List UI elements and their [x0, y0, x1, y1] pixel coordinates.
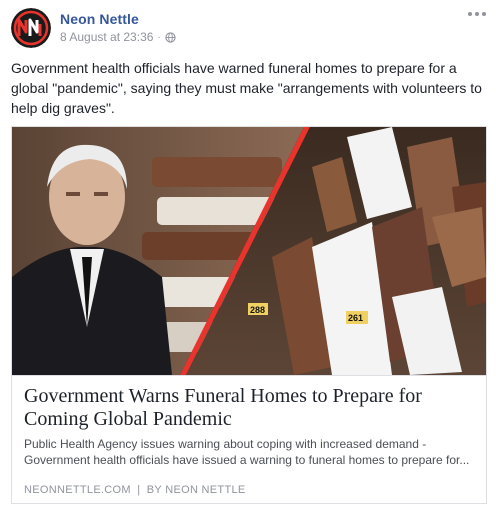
ellipsis-icon	[468, 12, 472, 16]
link-preview-card[interactable]: 288 261 Government Warns Funeral Homes t…	[11, 126, 487, 504]
post-author-link[interactable]: Neon Nettle	[60, 11, 139, 27]
facebook-post: Neon Nettle 8 August at 23:36 · Governme…	[0, 0, 496, 514]
meta-separator: ·	[157, 31, 161, 43]
globe-icon[interactable]	[165, 31, 176, 43]
link-source-separator: |	[137, 484, 141, 496]
post-timestamp[interactable]: 8 August at 23:36	[60, 30, 153, 44]
link-source: NEONNETTLE.COM | BY NEON NETTLE	[24, 484, 246, 496]
link-preview-body[interactable]: Government Warns Funeral Homes to Prepar…	[12, 375, 486, 503]
link-title-line-2: Coming Global Pandemic	[24, 408, 232, 430]
coffin-label-261: 261	[348, 313, 363, 323]
ellipsis-dot	[482, 12, 486, 16]
page-avatar[interactable]	[11, 8, 51, 48]
link-domain: NEONNETTLE.COM	[24, 484, 131, 496]
post-meta: 8 August at 23:36 ·	[60, 30, 176, 44]
more-options-button[interactable]	[468, 8, 486, 20]
link-description: Public Health Agency issues warning abou…	[24, 436, 474, 468]
neon-nettle-logo-icon	[11, 8, 51, 48]
link-title-line-1: Government Warns Funeral Homes to Prepar…	[24, 385, 422, 407]
link-preview-image[interactable]: 288 261	[12, 127, 486, 375]
link-description-line-1: Public Health Agency issues warning abou…	[24, 437, 427, 451]
funeral-coffins-photo: 288 261	[12, 127, 486, 375]
link-description-line-2: Government health officials have issued …	[24, 453, 470, 467]
link-title[interactable]: Government Warns Funeral Homes to Prepar…	[24, 385, 474, 431]
coffin-label-288: 288	[250, 305, 265, 315]
post-text: Government health officials have warned …	[11, 60, 482, 116]
link-by-label: BY	[146, 484, 162, 496]
link-byline-author[interactable]: NEON NETTLE	[165, 484, 245, 496]
ellipsis-dot	[475, 12, 479, 16]
